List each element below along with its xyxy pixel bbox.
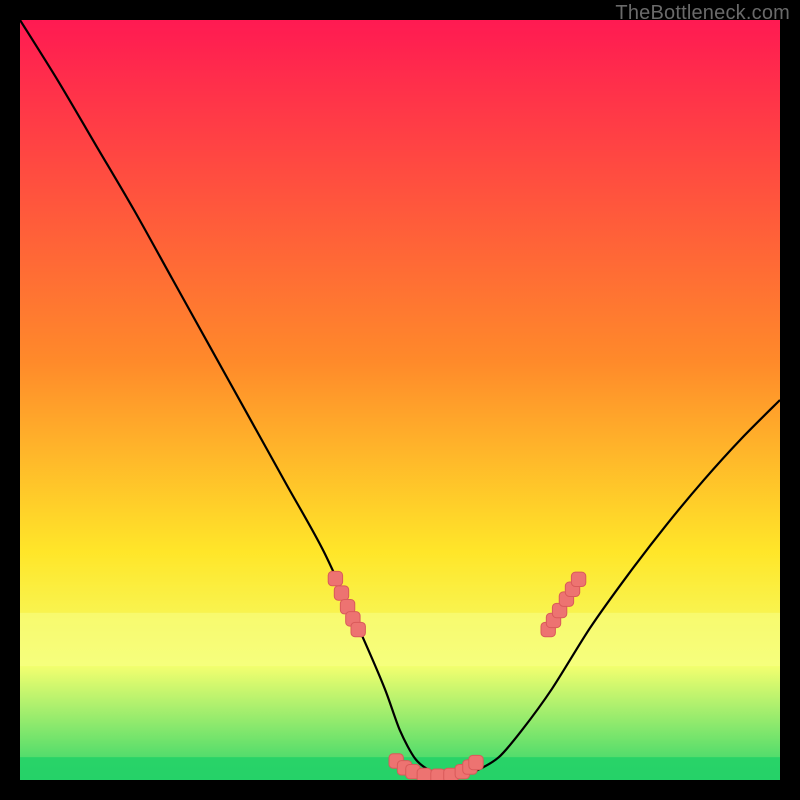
data-marker: [351, 622, 365, 636]
data-marker: [571, 572, 585, 586]
watermark-label: TheBottleneck.com: [615, 2, 790, 25]
chart-stage: TheBottleneck.com: [0, 0, 800, 800]
data-marker: [334, 586, 348, 600]
data-marker: [417, 768, 431, 780]
data-marker: [469, 755, 483, 769]
yellow-band: [20, 613, 780, 666]
data-marker: [328, 571, 342, 585]
data-marker: [431, 769, 445, 780]
bottleneck-chart: [20, 20, 780, 780]
